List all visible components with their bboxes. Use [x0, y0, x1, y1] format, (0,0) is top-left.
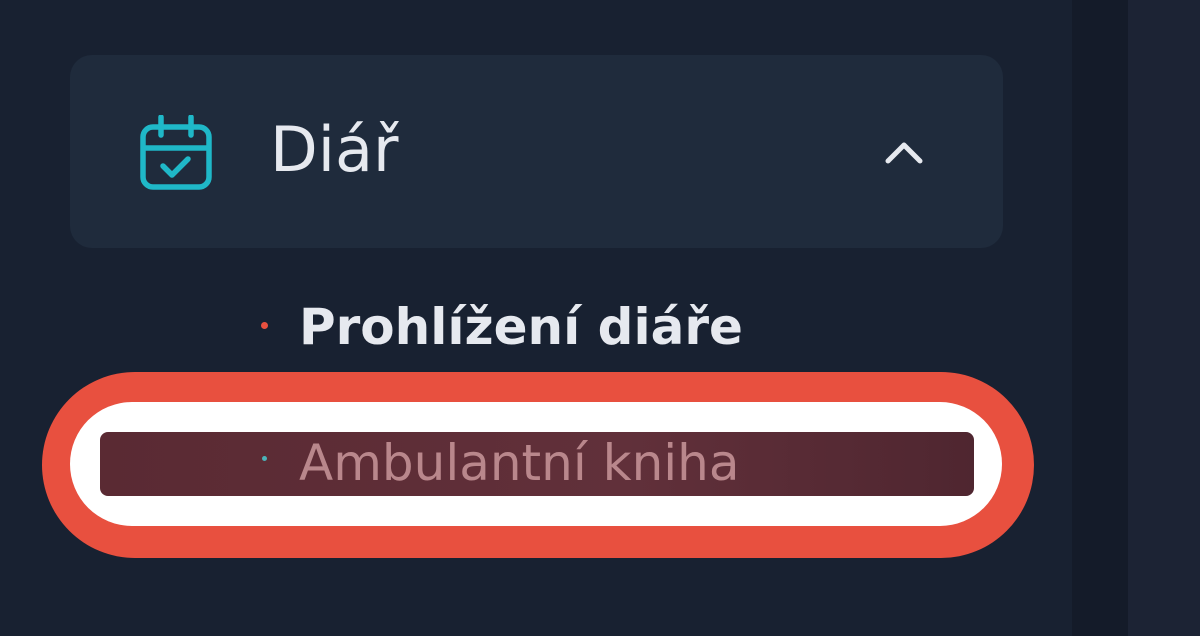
calendar-check-icon	[140, 114, 212, 191]
sidebar-item-label: Ambulantní kniha	[299, 434, 740, 492]
sidebar-item-prohlizeni-diare[interactable]: Prohlížení diáře	[255, 292, 955, 362]
sidebar-divider	[1072, 0, 1128, 636]
main-content-edge	[1128, 0, 1200, 636]
chevron-up-icon[interactable]	[882, 133, 926, 169]
sidebar-item-ambulantni-kniha[interactable]: Ambulantní kniha	[255, 428, 955, 498]
bullet-dot	[261, 322, 268, 329]
sidebar: Diář Prohlížení diáře Ambulantní kniha	[0, 0, 1072, 636]
sidebar-group-diar[interactable]: Diář	[70, 55, 1003, 248]
bullet-dot	[262, 456, 267, 461]
sidebar-group-label: Diář	[270, 113, 399, 186]
sidebar-item-label: Prohlížení diáře	[299, 298, 743, 356]
app-window: Diář Prohlížení diáře Ambulantní kniha	[0, 0, 1200, 636]
